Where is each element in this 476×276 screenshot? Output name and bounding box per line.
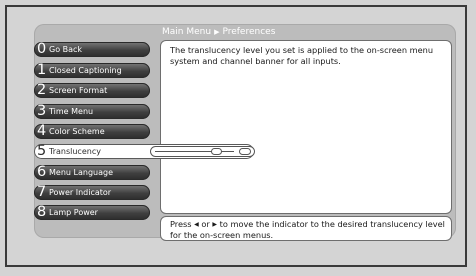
menu-item-label: Translucency	[49, 147, 101, 156]
menu-item-number: 0	[37, 41, 47, 57]
menu-item-number: 2	[37, 82, 47, 98]
menu-item-time-menu[interactable]: 3 Time Menu	[34, 104, 150, 119]
right-arrow-icon: ▶	[212, 221, 218, 228]
menu-item-label: Lamp Power	[49, 208, 98, 217]
slider-track	[155, 151, 234, 152]
menu-item-number: 1	[37, 62, 47, 78]
menu-item-go-back[interactable]: 0 Go Back	[34, 42, 150, 57]
breadcrumb: Main Menu ▶ Preferences	[162, 26, 275, 38]
slider-end-cap	[239, 148, 251, 155]
content-area	[160, 40, 452, 214]
menu-item-label: Closed Captioning	[49, 66, 122, 75]
menu-item-label: Power Indicator	[49, 188, 112, 197]
slider-knob[interactable]	[210, 148, 222, 155]
description-text: The translucency level you set is applie…	[170, 45, 434, 66]
breadcrumb-arrow-icon: ▶	[214, 28, 220, 36]
menu-item-number: 5	[37, 143, 47, 159]
menu-item-number: 4	[37, 123, 47, 139]
left-arrow-icon: ◀	[194, 221, 199, 228]
menu-item-lamp-power[interactable]: 8 Lamp Power	[34, 205, 150, 220]
menu-item-number: 7	[37, 184, 47, 200]
menu-item-number: 3	[37, 103, 47, 119]
menu-item-color-scheme[interactable]: 4 Color Scheme	[34, 124, 150, 139]
menu-item-number: 6	[37, 164, 47, 180]
menu-item-label: Menu Language	[49, 168, 113, 177]
menu-item-screen-format[interactable]: 2 Screen Format	[34, 83, 150, 98]
translucency-slider[interactable]	[150, 146, 255, 157]
help-prefix: Press	[170, 219, 192, 229]
menu-item-closed-captioning[interactable]: 1 Closed Captioning	[34, 63, 150, 78]
breadcrumb-parent: Main Menu	[162, 27, 212, 37]
menu-item-menu-language[interactable]: 6 Menu Language	[34, 165, 150, 180]
menu-item-label: Color Scheme	[49, 127, 105, 136]
menu-item-power-indicator[interactable]: 7 Power Indicator	[34, 185, 150, 200]
help-text: Press ◀ or ▶ to move the indicator to th…	[170, 219, 445, 240]
menu-item-label: Time Menu	[49, 107, 94, 116]
menu-item-label: Go Back	[49, 45, 83, 54]
breadcrumb-current: Preferences	[222, 27, 276, 37]
menu-item-label: Screen Format	[49, 86, 108, 95]
help-or: or	[201, 219, 210, 229]
menu-item-number: 8	[37, 204, 47, 220]
